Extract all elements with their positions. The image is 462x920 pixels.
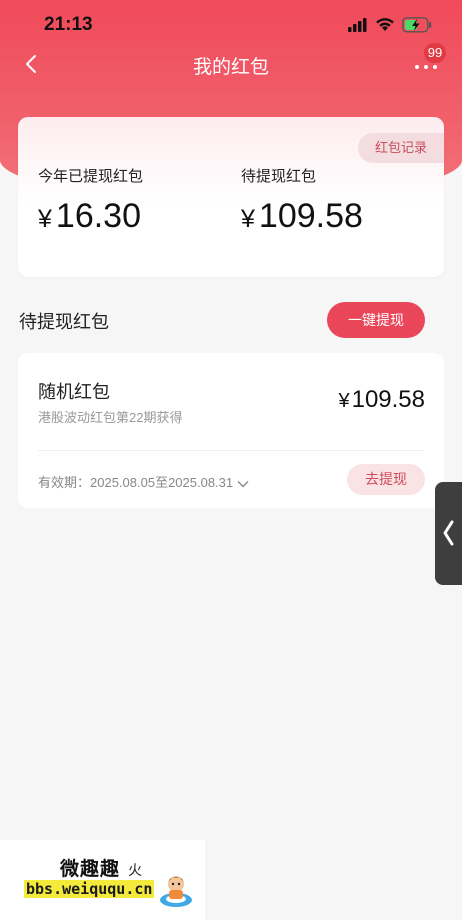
chevron-down-icon xyxy=(237,480,249,488)
battery-charging-icon xyxy=(402,17,432,33)
chevron-left-icon xyxy=(443,520,454,546)
redpacket-card: 随机红包 港股波动红包第22期获得 ¥109.58 有效期：2025.08.05… xyxy=(18,353,444,508)
mascot-icon xyxy=(160,876,192,907)
pending-amount: ¥109.58 xyxy=(241,197,363,236)
wifi-icon xyxy=(376,18,394,31)
redpacket-type: 随机红包 xyxy=(38,382,110,402)
page-title: 我的红包 xyxy=(192,57,269,78)
summary-card: 红包记录 今年已提现红包 ¥16.30 待提现红包 ¥109.58 xyxy=(18,117,444,277)
validity-period[interactable]: 有效期：2025.08.05至2025.08.31 xyxy=(38,472,249,491)
withdraw-all-button[interactable]: 一键提现 xyxy=(327,302,425,338)
cellular-signal-icon xyxy=(348,18,367,32)
watermark-name: 微趣趣 xyxy=(60,859,121,880)
watermark: 微趣趣 火 bbs.weiququ.cn xyxy=(0,840,205,920)
side-drawer-handle[interactable] xyxy=(435,482,462,585)
redpacket-amount: ¥109.58 xyxy=(338,386,425,414)
withdrawn-currency: ¥ xyxy=(38,205,52,233)
withdrawn-amount: ¥16.30 xyxy=(38,197,141,236)
watermark-url: bbs.weiququ.cn xyxy=(24,880,155,898)
pending-value: 109.58 xyxy=(258,197,363,235)
section-title: 待提现红包 xyxy=(19,312,109,332)
withdrawn-value: 16.30 xyxy=(55,197,141,235)
watermark-char: 火 xyxy=(128,862,142,878)
redpacket-source: 港股波动红包第22期获得 xyxy=(38,410,183,425)
pending-label: 待提现红包 xyxy=(241,168,317,185)
notification-badge: 99 xyxy=(424,43,446,63)
status-time: 21:13 xyxy=(44,14,93,35)
redpacket-record-button[interactable]: 红包记录 xyxy=(358,133,444,163)
pending-currency: ¥ xyxy=(241,205,255,233)
status-bar: 21:13 xyxy=(0,0,462,52)
redpacket-value: 109.58 xyxy=(351,386,425,413)
validity-text: 有效期：2025.08.05至2025.08.31 xyxy=(38,475,234,490)
divider xyxy=(38,450,424,451)
withdraw-button[interactable]: 去提现 xyxy=(347,464,425,495)
redpacket-currency: ¥ xyxy=(338,390,350,412)
withdrawn-label: 今年已提现红包 xyxy=(38,168,144,185)
